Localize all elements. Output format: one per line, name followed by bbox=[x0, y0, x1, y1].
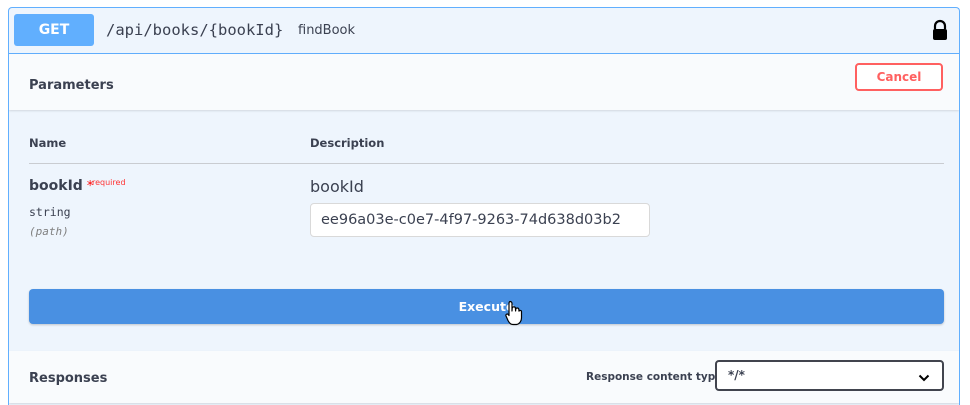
response-content-type-select[interactable]: */* bbox=[715, 360, 944, 391]
responses-header: Responses Response content type */* bbox=[9, 351, 959, 403]
operation-path: /api/books/{bookId} bbox=[106, 21, 284, 39]
table-divider bbox=[29, 163, 944, 164]
response-content-type-value: */* bbox=[728, 368, 745, 382]
operation-id: findBook bbox=[298, 23, 356, 38]
execute-button[interactable]: Execute bbox=[29, 289, 944, 324]
responses-title: Responses bbox=[29, 371, 108, 386]
parameter-description: bookId bbox=[310, 177, 364, 196]
chevron-down-icon bbox=[918, 370, 930, 382]
column-header-name: Name bbox=[29, 136, 67, 150]
column-header-description: Description bbox=[310, 136, 385, 150]
operation-block-get: GET /api/books/{bookId} findBook Paramet… bbox=[8, 7, 960, 405]
cancel-button[interactable]: Cancel bbox=[855, 63, 943, 91]
bookid-input[interactable] bbox=[310, 203, 650, 237]
parameters-title: Parameters bbox=[29, 78, 114, 93]
lock-icon[interactable] bbox=[930, 19, 950, 41]
parameter-location: (path) bbox=[29, 225, 69, 238]
http-method-badge: GET bbox=[14, 14, 94, 46]
required-label: required bbox=[92, 178, 126, 187]
parameter-name-text: bookId bbox=[29, 178, 83, 194]
operation-summary[interactable]: GET /api/books/{bookId} findBook bbox=[9, 8, 959, 54]
parameter-type: string bbox=[29, 205, 71, 219]
parameter-name: bookId * bbox=[29, 178, 93, 194]
parameters-header: Parameters Cancel bbox=[9, 54, 959, 110]
response-content-type-label: Response content type bbox=[586, 371, 723, 383]
